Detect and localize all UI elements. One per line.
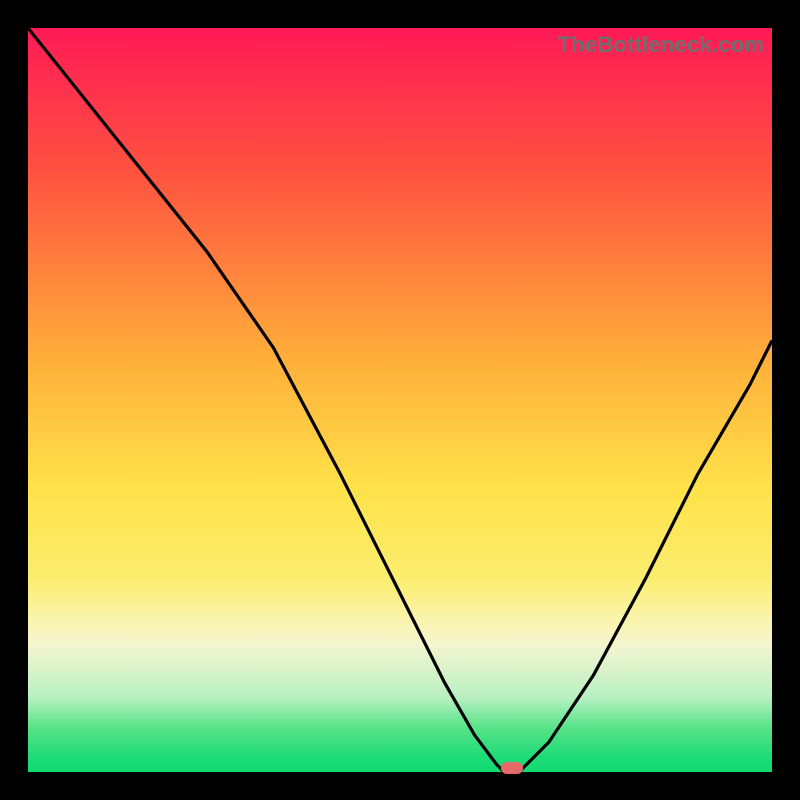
optimal-marker (501, 762, 523, 774)
curve-path (28, 28, 772, 772)
bottleneck-curve (28, 28, 772, 772)
plot-area: TheBottleneck.com (28, 28, 772, 772)
chart-stage: TheBottleneck.com (0, 0, 800, 800)
